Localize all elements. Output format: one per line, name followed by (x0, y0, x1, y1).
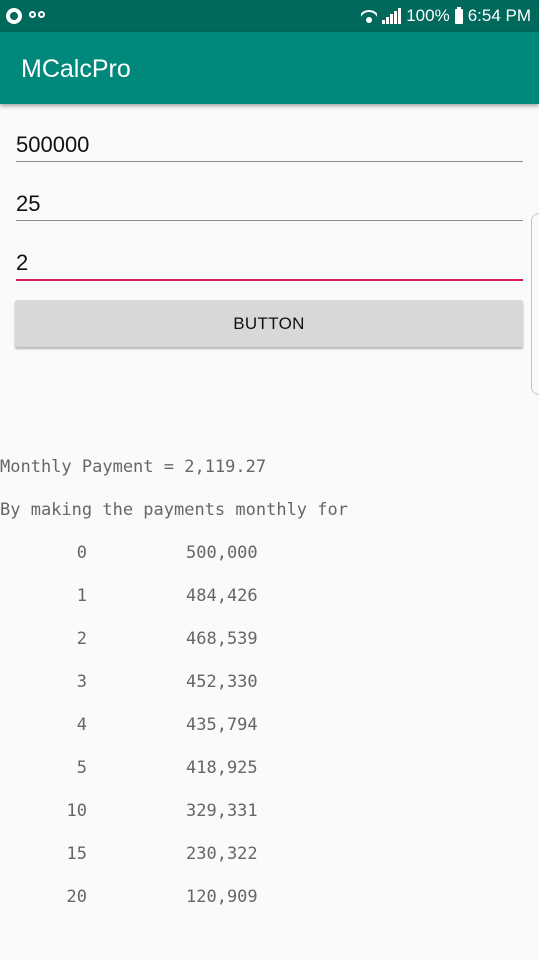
row-year: 20 (66, 887, 87, 907)
years-input[interactable]: 25 (16, 188, 523, 221)
clock: 6:54 PM (467, 6, 531, 25)
row-balance: 468,539 (186, 629, 258, 649)
row-balance: 435,794 (186, 715, 258, 735)
row-year: 3 (76, 672, 87, 692)
app-title: MCalcPro (21, 55, 131, 83)
row-year: 5 (76, 758, 87, 778)
row-year: 4 (76, 715, 87, 735)
app-circle-icon (6, 8, 22, 24)
battery-icon (454, 6, 463, 24)
row-year: 10 (66, 801, 87, 821)
row-balance: 120,909 (186, 887, 258, 907)
row-balance: 329,331 (186, 801, 258, 821)
row-balance: 484,426 (186, 586, 258, 606)
row-balance: 418,925 (186, 758, 258, 778)
row-year: 15 (66, 844, 87, 864)
app-bar: MCalcPro (0, 32, 539, 104)
monthly-payment-text: Monthly Payment = 2,119.27 (0, 457, 267, 477)
schedule-heading: By making the payments monthly for (0, 500, 348, 520)
row-year: 2 (76, 629, 87, 649)
battery-percent: 100% (406, 6, 450, 25)
row-year: 1 (76, 586, 87, 606)
scroll-handle[interactable] (531, 213, 539, 395)
signal-icon (382, 8, 402, 24)
principal-input[interactable]: 500000 (16, 129, 523, 162)
wifi-icon (361, 9, 378, 23)
row-balance: 230,322 (186, 844, 258, 864)
status-left-icons (6, 6, 46, 26)
voicemail-icon (28, 11, 46, 21)
interest-input[interactable]: 2 (16, 247, 523, 281)
row-year: 0 (76, 543, 87, 563)
row-balance: 500,000 (186, 543, 258, 563)
status-right-icons: 100% 6:54 PM (361, 5, 531, 27)
calculate-button[interactable]: BUTTON (15, 300, 523, 347)
row-balance: 452,330 (186, 672, 258, 692)
status-bar: 100% 6:54 PM (0, 0, 539, 32)
